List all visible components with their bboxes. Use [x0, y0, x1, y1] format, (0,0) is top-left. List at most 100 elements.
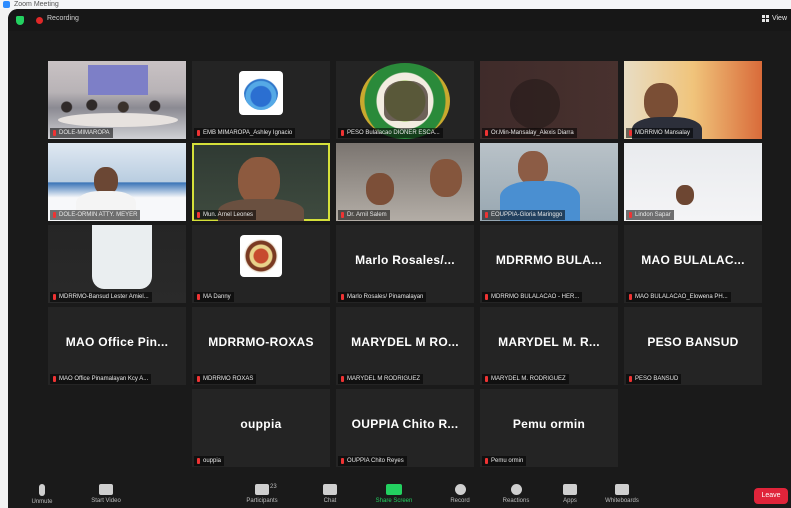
video-tile[interactable]: EOUPPIA-Gloria Maringgo — [480, 143, 618, 221]
meeting-toolbar: Unmute Start Video 23 Participants Chat … — [8, 481, 791, 508]
recording-dot-icon — [36, 17, 43, 24]
participant-display-name: MARYDEL M. R... — [498, 335, 600, 349]
reactions-button[interactable]: Reactions — [486, 484, 546, 504]
video-tile[interactable]: MDRRMO BULA... MDRRMO BULALACAO - HER... — [480, 225, 618, 303]
participant-display-name: Marlo Rosales/... — [355, 253, 455, 267]
participant-display-name: PESO BANSUD — [647, 335, 739, 349]
video-feed — [58, 113, 178, 127]
video-tile[interactable]: PESO Bulalacao DIONER ESCA... — [336, 61, 474, 139]
participants-icon — [255, 484, 269, 495]
whiteboard-icon — [615, 484, 629, 495]
unmute-label: Unmute — [31, 499, 53, 505]
participant-name-tag: MARYDEL M. RODRIGUEZ — [482, 374, 569, 384]
video-tile[interactable]: MAO Office Pin... MAO Office Pinamalayan… — [48, 307, 186, 385]
unmute-button[interactable]: Unmute — [12, 484, 72, 505]
encryption-shield-icon[interactable] — [16, 16, 24, 25]
video-tile[interactable]: MARYDEL M. R... MARYDEL M. RODRIGUEZ — [480, 307, 618, 385]
share-screen-label: Share Screen — [375, 498, 413, 504]
participant-name-tag: Dr. Arnil Salem — [338, 210, 390, 220]
participant-name-tag: MDRRMO Mansalay — [626, 128, 694, 138]
participant-name-tag: EOUPPIA-Gloria Maringgo — [482, 210, 566, 220]
participant-display-name: Pemu ormin — [512, 417, 586, 431]
video-tile[interactable]: DOLE-ORMIN ATTY. MEYER — [48, 143, 186, 221]
zoom-app-icon — [3, 1, 10, 8]
video-tile[interactable]: MA Danny — [192, 225, 330, 303]
participant-display-name: MDRRMO-ROXAS — [208, 335, 314, 349]
video-feed — [88, 65, 148, 95]
video-feed — [92, 225, 152, 289]
participant-name-tag: OUPPIA Chito Reyes — [338, 456, 407, 466]
participant-name-tag: EMB MIMAROPA_Ashley Ignacio — [194, 128, 296, 138]
video-tile[interactable]: Dr. Arnil Salem — [336, 143, 474, 221]
participant-name-tag: ouppia — [194, 456, 225, 466]
recording-label: Recording — [47, 15, 79, 22]
chat-bubble-icon — [323, 484, 337, 495]
record-button[interactable]: Record — [430, 484, 490, 504]
participant-name-tag: MA Danny — [194, 292, 234, 302]
video-feed — [510, 79, 560, 129]
apps-icon — [563, 484, 577, 495]
video-feed — [238, 157, 280, 205]
record-icon — [454, 484, 466, 495]
participant-display-name: MARYDEL M RO... — [351, 335, 459, 349]
participant-display-name: ouppia — [240, 417, 282, 431]
participant-name-tag: MARYDEL M RODRIGUEZ — [338, 374, 424, 384]
reactions-label: Reactions — [502, 498, 530, 504]
start-video-button[interactable]: Start Video — [76, 484, 136, 504]
participant-name-tag: Mun. Arnel Leones — [194, 210, 257, 220]
participant-name-tag: MDRRMO ROXAS — [194, 374, 257, 384]
participant-name-tag: MAO Office Pinamalayan Kcy A... — [50, 374, 152, 384]
participant-name-tag: PESO Bulalacao DIONER ESCA... — [338, 128, 443, 138]
video-tile[interactable]: Pemu ormin Pemu ormin — [480, 389, 618, 467]
view-label: View — [771, 15, 787, 22]
video-tile[interactable]: Lindon Sapar — [624, 143, 762, 221]
video-tile[interactable]: MARYDEL M RO... MARYDEL M RODRIGUEZ — [336, 307, 474, 385]
participant-name-tag: Lindon Sapar — [626, 210, 674, 220]
video-tile[interactable]: OUPPIA Chito R... OUPPIA Chito Reyes — [336, 389, 474, 467]
participant-name-tag: PESO BANSUD — [626, 374, 682, 384]
participant-name-tag: DOLE-ORMIN ATTY. MEYER — [50, 210, 141, 220]
view-button[interactable]: View — [761, 15, 787, 22]
participants-count: 23 — [270, 484, 277, 490]
share-screen-icon — [386, 484, 402, 495]
video-tile[interactable]: MDRRMO-ROXAS MDRRMO ROXAS — [192, 307, 330, 385]
video-tile[interactable]: MAO BULALAC... MAO BULALACAO_Elowena PH.… — [624, 225, 762, 303]
grid-view-icon — [761, 15, 769, 22]
video-tile[interactable]: MDRRMO Mansalay — [624, 61, 762, 139]
participant-display-name: MAO BULALAC... — [641, 253, 745, 267]
video-tile[interactable]: MDRRMO-Bansud Lester Amiel... — [48, 225, 186, 303]
video-tile[interactable]: EMB MIMAROPA_Ashley Ignacio — [192, 61, 330, 139]
participant-name-tag: MDRRMO-Bansud Lester Amiel... — [50, 292, 152, 302]
whiteboards-button[interactable]: Whiteboards — [592, 484, 652, 504]
apps-label: Apps — [563, 498, 577, 504]
smiley-icon — [510, 484, 522, 495]
video-tile[interactable]: Or.Min-Mansalay_Alexis Diarra — [480, 61, 618, 139]
video-tile[interactable]: PESO BANSUD PESO BANSUD — [624, 307, 762, 385]
meeting-window: Recording View DOLE-MIMAROPA EMB MIMAROP… — [8, 9, 791, 508]
active-speaker-tile[interactable]: Mun. Arnel Leones — [192, 143, 330, 221]
video-tile[interactable]: ouppia ouppia — [192, 389, 330, 467]
microphone-muted-icon — [39, 484, 45, 496]
video-tile[interactable]: Marlo Rosales/... Marlo Rosales/ Pinamal… — [336, 225, 474, 303]
municipal-seal-icon — [240, 235, 282, 277]
video-feed — [518, 151, 548, 185]
video-tile[interactable]: DOLE-MIMAROPA — [48, 61, 186, 139]
window-title: Zoom Meeting — [14, 1, 59, 8]
share-screen-button[interactable]: Share Screen — [364, 484, 424, 504]
window-titlebar: Zoom Meeting — [0, 0, 791, 9]
participant-display-name: MDRRMO BULA... — [495, 253, 603, 267]
participants-label: Participants — [246, 498, 278, 504]
video-feed — [366, 173, 394, 205]
leave-button[interactable]: Leave — [754, 488, 788, 504]
video-feed — [430, 159, 462, 197]
apps-button[interactable]: Apps — [540, 484, 600, 504]
chat-label: Chat — [323, 498, 337, 504]
whiteboards-label: Whiteboards — [605, 498, 639, 504]
chat-button[interactable]: Chat — [300, 484, 360, 504]
participants-button[interactable]: 23 Participants — [232, 484, 292, 504]
participant-name-tag: Or.Min-Mansalay_Alexis Diarra — [482, 128, 577, 138]
participant-display-name: MAO Office Pin... — [65, 335, 169, 349]
video-camera-icon — [99, 484, 113, 495]
participant-name-tag: MAO BULALACAO_Elowena PH... — [626, 292, 731, 302]
participant-name-tag: MDRRMO BULALACAO - HER... — [482, 292, 583, 302]
